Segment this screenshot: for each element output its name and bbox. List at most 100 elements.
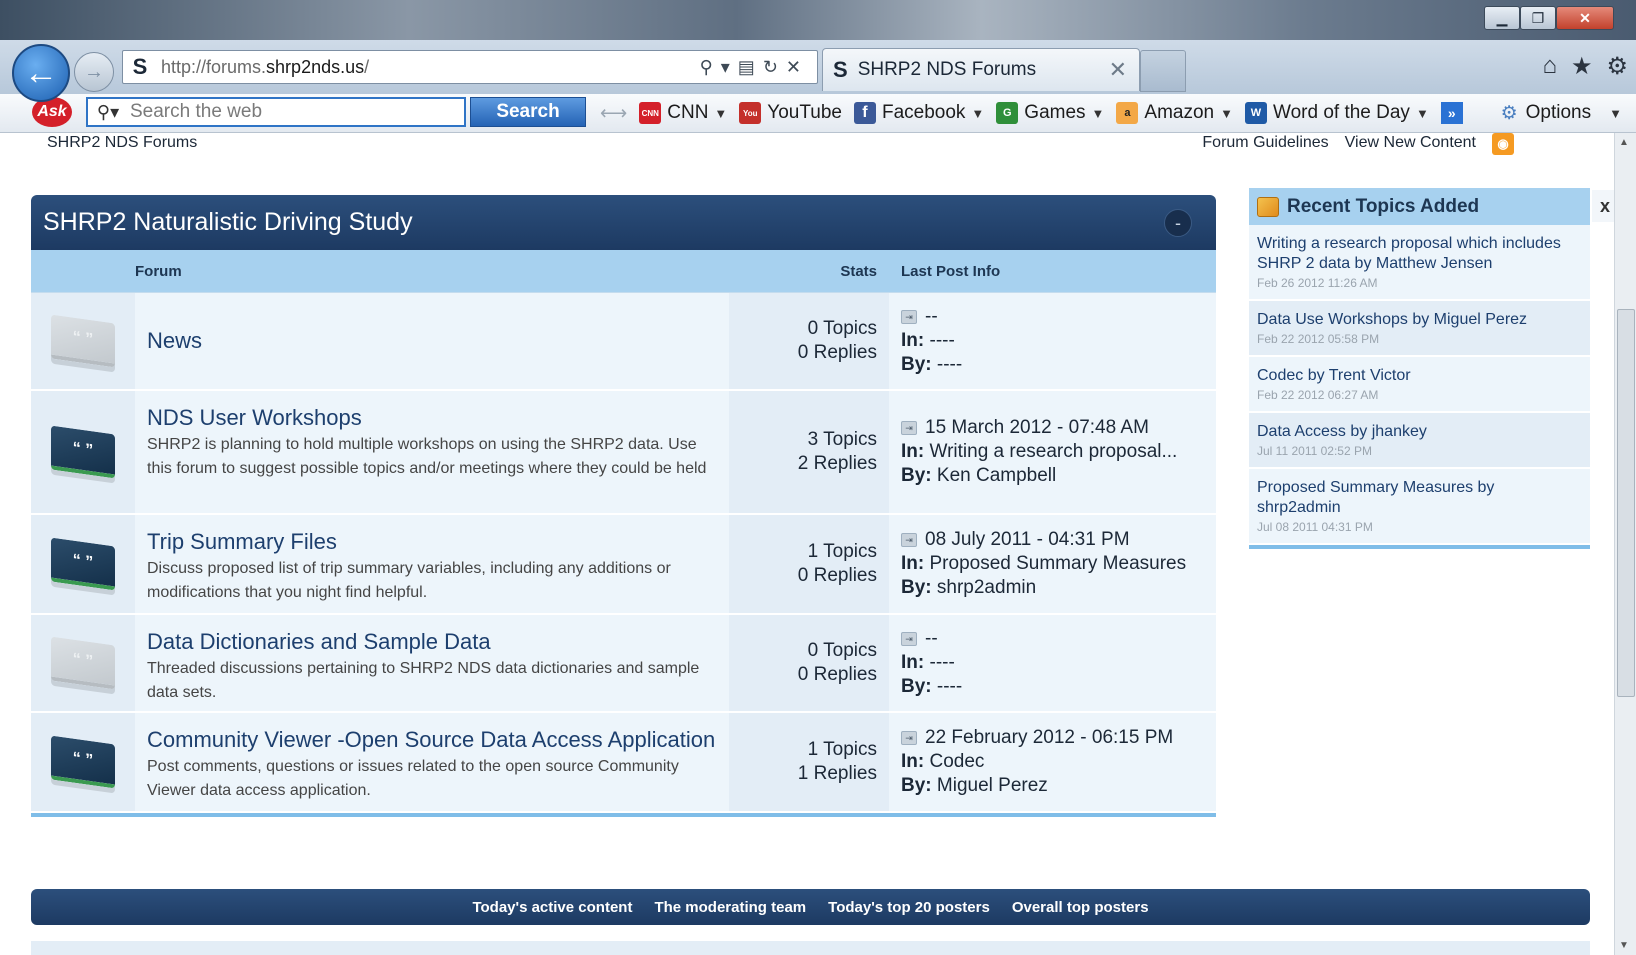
more-chevron-icon[interactable]: »	[1440, 102, 1463, 124]
toolbar-grip-icon[interactable]: ⟷	[600, 102, 627, 125]
last-post-topic[interactable]: Proposed Summary Measures	[930, 553, 1187, 574]
forum-read-icon: “ ”	[51, 314, 115, 368]
forum-status-cell: “ ”	[31, 515, 135, 613]
recent-topic-link[interactable]: Codec by Trent Victor	[1257, 366, 1582, 386]
favorites-star-icon[interactable]: ★	[1571, 52, 1593, 81]
forum-name-link[interactable]: Community Viewer -Open Source Data Acces…	[147, 727, 717, 753]
top-20-posters-link[interactable]: Today's top 20 posters	[828, 899, 990, 916]
forum-name-link[interactable]: Data Dictionaries and Sample Data	[147, 629, 717, 655]
page-scrollbar[interactable]: ▲ ▼	[1614, 133, 1636, 955]
options-menu[interactable]: ⚙ Options ▼	[1501, 94, 1622, 132]
compat-view-icon[interactable]: ▤	[738, 57, 763, 77]
last-post-author[interactable]: ----	[937, 354, 962, 375]
search-icon[interactable]: ⚲▾	[88, 102, 128, 123]
forum-description: SHRP2 is planning to hold multiple works…	[147, 436, 707, 477]
view-new-content-link[interactable]: View New Content	[1345, 134, 1476, 155]
settings-gear-icon[interactable]: ⚙	[1606, 52, 1628, 81]
chevron-down-icon[interactable]: ▼	[1092, 106, 1105, 121]
toolbar-item-cnn[interactable]: CNN CNN ▼	[639, 102, 727, 124]
recent-topic-link[interactable]: Data Use Workshops by Miguel Perez	[1257, 310, 1582, 330]
toolbar-item-label: CNN	[667, 102, 709, 123]
last-post-date[interactable]: 22 February 2012 - 06:15 PM	[925, 727, 1173, 748]
toolbar-item-word-of-the-day[interactable]: W Word of the Day ▼	[1245, 102, 1429, 124]
last-post-topic[interactable]: ----	[930, 330, 955, 351]
overall-top-posters-link[interactable]: Overall top posters	[1012, 899, 1149, 916]
go-to-post-icon[interactable]: ⇥	[901, 309, 917, 324]
last-post-date[interactable]: --	[925, 628, 938, 649]
games-icon: G	[996, 102, 1019, 124]
go-to-post-icon[interactable]: ⇥	[901, 532, 917, 547]
forum-name-link[interactable]: News	[147, 328, 202, 354]
go-to-post-icon[interactable]: ⇥	[901, 420, 917, 435]
minimize-button[interactable]: ▁	[1484, 6, 1520, 30]
last-post-topic[interactable]: Codec	[930, 751, 985, 772]
restore-button[interactable]: ❐	[1520, 6, 1556, 30]
scrollbar-thumb[interactable]	[1617, 309, 1635, 697]
new-tab-button[interactable]	[1140, 50, 1186, 92]
forum-guidelines-link[interactable]: Forum Guidelines	[1202, 134, 1328, 155]
amazon-icon: a	[1116, 102, 1139, 124]
forward-button[interactable]: →	[74, 52, 114, 92]
forum-read-icon: “ ”	[51, 636, 115, 690]
home-icon[interactable]: ⌂	[1542, 52, 1557, 81]
by-label: By:	[901, 465, 932, 486]
forum-stats: 1 Topics 1 Replies	[729, 713, 889, 811]
toolbar-item-games[interactable]: G Games ▼	[996, 102, 1104, 124]
recent-topic-link[interactable]: Writing a research proposal which includ…	[1257, 234, 1582, 274]
address-url[interactable]: http://forums.shrp2nds.us/	[161, 57, 369, 78]
close-window-button[interactable]: ✕	[1556, 6, 1614, 30]
rss-icon[interactable]: ◉	[1492, 133, 1514, 155]
column-forum: Forum	[135, 262, 182, 280]
last-post-topic[interactable]: Writing a research proposal...	[930, 441, 1178, 462]
last-post-info: ⇥ -- In: ---- By: ----	[889, 293, 1216, 389]
chevron-down-icon[interactable]: ▼	[971, 106, 984, 121]
breadcrumb[interactable]: SHRP2 NDS Forums	[47, 134, 197, 152]
moderating-team-link[interactable]: The moderating team	[654, 899, 806, 916]
last-post-author[interactable]: Ken Campbell	[937, 465, 1056, 486]
last-post-author[interactable]: ----	[937, 676, 962, 697]
forum-info: Data Dictionaries and Sample Data Thread…	[135, 615, 729, 711]
collapse-icon[interactable]: -	[1164, 209, 1192, 237]
forum-name-link[interactable]: Trip Summary Files	[147, 529, 717, 555]
footer-links-bar: Today's active content The moderating te…	[31, 889, 1590, 925]
recent-topic-link[interactable]: Proposed Summary Measures by shrp2admin	[1257, 478, 1582, 518]
dropdown-icon[interactable]: ▾	[721, 57, 738, 77]
last-post-topic[interactable]: ----	[930, 652, 955, 673]
ask-search-button[interactable]: Search	[470, 97, 586, 127]
last-post-author[interactable]: shrp2admin	[937, 577, 1036, 598]
toolbar-item-amazon[interactable]: a Amazon ▼	[1116, 102, 1233, 124]
last-post-date[interactable]: --	[925, 306, 938, 327]
recent-topic-link[interactable]: Data Access by jhankey	[1257, 422, 1582, 442]
category-title[interactable]: SHRP2 Naturalistic Driving Study	[43, 208, 413, 237]
top-links: Forum Guidelines View New Content ◉	[1186, 133, 1514, 155]
ask-search-box[interactable]: ⚲▾	[86, 97, 466, 127]
last-post-author[interactable]: Miguel Perez	[937, 775, 1048, 796]
chevron-down-icon[interactable]: ▼	[1220, 106, 1233, 121]
last-post-date[interactable]: 08 July 2011 - 04:31 PM	[925, 529, 1130, 550]
back-button[interactable]: ←	[12, 44, 70, 102]
go-to-post-icon[interactable]: ⇥	[901, 631, 917, 646]
address-bar[interactable]: S http://forums.shrp2nds.us/ ⚲▾▤↻✕	[122, 50, 818, 84]
todays-active-content-link[interactable]: Today's active content	[472, 899, 632, 916]
chevron-down-icon[interactable]: ▼	[714, 106, 727, 121]
browser-tab[interactable]: S SHRP2 NDS Forums ✕	[822, 48, 1140, 91]
scroll-up-icon[interactable]: ▲	[1619, 137, 1629, 148]
search-icon[interactable]: ⚲	[700, 57, 721, 77]
last-post-date[interactable]: 15 March 2012 - 07:48 AM	[925, 417, 1149, 438]
gear-icon: ⚙	[1500, 102, 1518, 124]
forum-unread-icon: “ ”	[51, 537, 115, 591]
go-to-post-icon[interactable]: ⇥	[901, 730, 917, 745]
ask-search-input[interactable]	[128, 100, 452, 124]
toolbar-item-facebook[interactable]: f Facebook ▼	[853, 102, 984, 124]
stop-icon[interactable]: ✕	[786, 57, 809, 77]
scroll-down-icon[interactable]: ▼	[1619, 940, 1629, 951]
toolbar-item-youtube[interactable]: You YouTube	[739, 102, 842, 124]
chevron-down-icon[interactable]: ▼	[1416, 106, 1429, 121]
close-icon[interactable]: x	[1592, 190, 1614, 222]
tab-title: SHRP2 NDS Forums	[857, 59, 1037, 80]
refresh-icon[interactable]: ↻	[763, 57, 786, 77]
recent-topic-item: Proposed Summary Measures by shrp2admin …	[1249, 469, 1590, 545]
tab-close-icon[interactable]: ✕	[1109, 57, 1127, 83]
forum-name-link[interactable]: NDS User Workshops	[147, 405, 717, 431]
topic-count: 1 Topics	[807, 739, 877, 760]
